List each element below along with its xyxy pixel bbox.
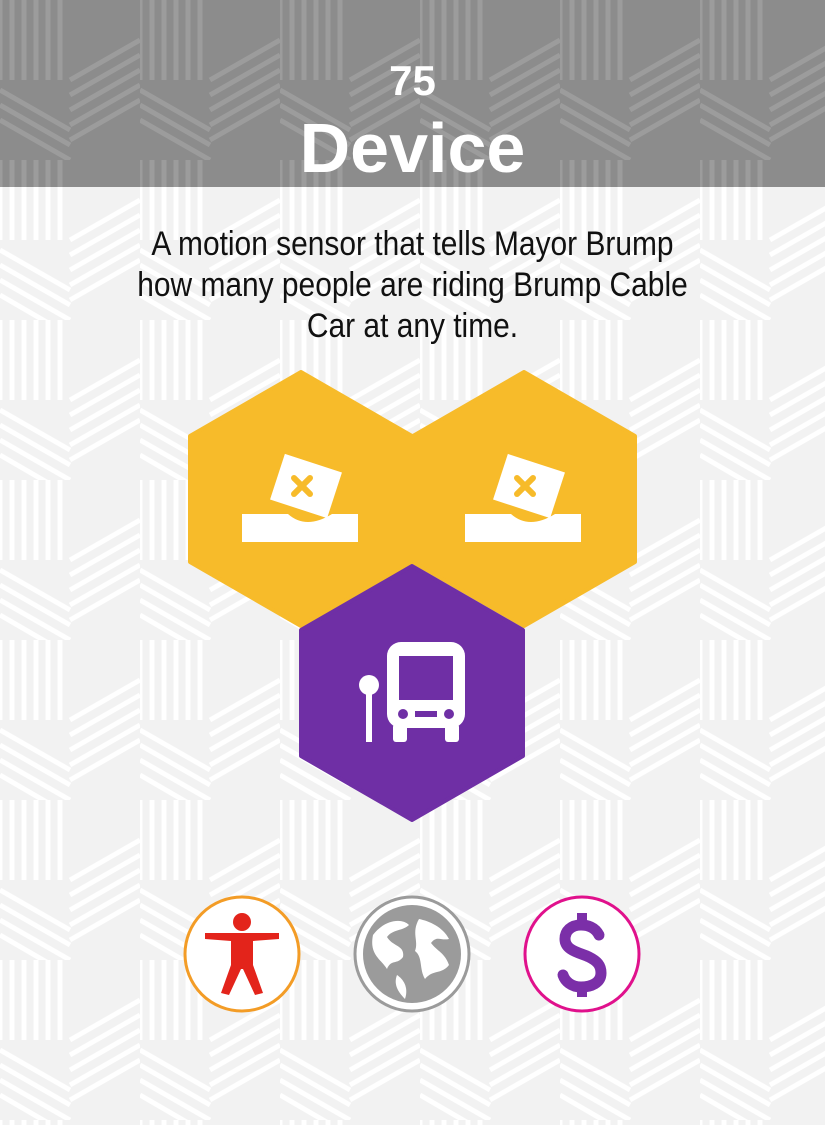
card-description: A motion sensor that tells Mayor Brump h…	[137, 225, 688, 345]
globe-icon	[363, 905, 461, 1003]
planet-stat	[353, 895, 471, 1013]
money-stat	[523, 895, 641, 1013]
people-stat	[183, 895, 301, 1013]
card-header: 75 Device	[0, 0, 825, 187]
bus-stop-tile	[299, 564, 525, 822]
card-title: Device	[299, 109, 526, 187]
card-number: 75	[389, 57, 436, 104]
